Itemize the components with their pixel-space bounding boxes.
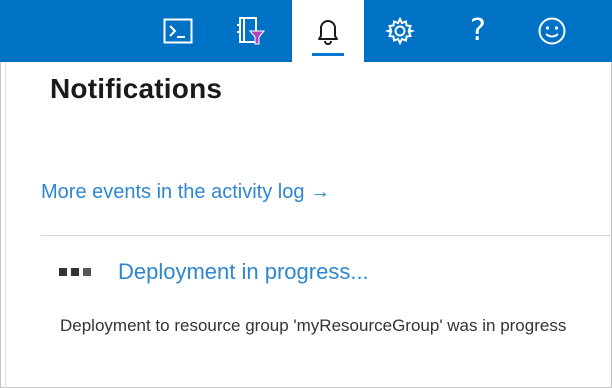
panel-title: Notifications <box>50 73 223 104</box>
activity-log-link[interactable]: More events in the activity log → <box>41 181 330 204</box>
directory-filter-icon <box>237 17 266 45</box>
bell-icon <box>318 20 338 45</box>
portal-edge <box>0 62 6 388</box>
progress-dot <box>83 268 91 276</box>
top-toolbar: ? <box>0 0 612 62</box>
cloud-shell-button[interactable] <box>150 0 206 62</box>
settings-button[interactable] <box>372 0 428 62</box>
directory-filter-button[interactable] <box>222 0 278 62</box>
terminal-icon <box>163 18 193 44</box>
notification-description: Deployment to resource group 'myResource… <box>60 316 567 335</box>
gear-icon <box>385 16 415 46</box>
progress-dot <box>71 268 79 276</box>
help-button[interactable]: ? <box>450 0 506 62</box>
progress-indicator <box>59 268 91 276</box>
active-tab-indicator <box>312 53 344 56</box>
feedback-button[interactable] <box>524 0 580 62</box>
divider <box>41 235 612 236</box>
smiley-icon <box>538 17 566 45</box>
progress-dot <box>59 268 67 276</box>
notifications-button[interactable] <box>292 0 364 62</box>
notification-title[interactable]: Deployment in progress... <box>118 259 369 285</box>
question-icon: ? <box>470 13 486 48</box>
